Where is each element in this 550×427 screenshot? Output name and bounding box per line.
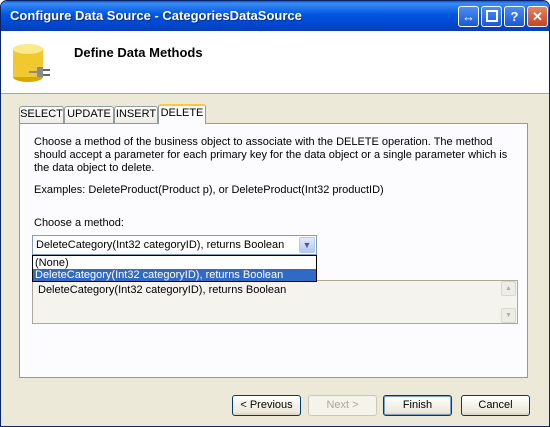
cancel-button[interactable]: Cancel bbox=[461, 395, 530, 416]
page-title: Define Data Methods bbox=[74, 45, 203, 60]
method-signature-box: DeleteCategory(Int32 categoryID), return… bbox=[32, 280, 518, 324]
chevron-down-icon[interactable]: ▼ bbox=[299, 237, 315, 253]
close-button[interactable]: ✕ bbox=[527, 6, 548, 27]
tab-update[interactable]: UPDATE bbox=[64, 106, 114, 123]
method-dropdown-list: (None) DeleteCategory(Int32 categoryID),… bbox=[32, 255, 317, 282]
maximize-icon bbox=[485, 10, 498, 22]
database-icon bbox=[13, 44, 50, 82]
restore-button[interactable]: ↔ bbox=[458, 6, 479, 27]
configure-data-source-dialog: Configure Data Source - CategoriesDataSo… bbox=[0, 0, 550, 427]
wizard-header: Define Data Methods bbox=[1, 31, 549, 94]
method-select-value: DeleteCategory(Int32 categoryID), return… bbox=[36, 239, 285, 251]
scrollbar[interactable]: ▲ ▼ bbox=[500, 281, 517, 323]
tab-select[interactable]: SELECT bbox=[19, 106, 64, 123]
scroll-down-icon[interactable]: ▼ bbox=[501, 308, 516, 323]
maximize-button[interactable] bbox=[481, 6, 502, 27]
title-bar[interactable]: Configure Data Source - CategoriesDataSo… bbox=[1, 1, 549, 31]
option-none[interactable]: (None) bbox=[33, 257, 316, 269]
tab-delete[interactable]: DELETE bbox=[158, 104, 206, 124]
method-signature: DeleteCategory(Int32 categoryID), return… bbox=[38, 284, 287, 296]
window-title: Configure Data Source - CategoriesDataSo… bbox=[10, 8, 302, 23]
tab-insert[interactable]: INSERT bbox=[114, 106, 158, 123]
method-select[interactable]: DeleteCategory(Int32 categoryID), return… bbox=[32, 235, 317, 255]
next-button[interactable]: Next > bbox=[308, 395, 377, 416]
finish-button[interactable]: Finish bbox=[383, 395, 452, 416]
option-delete-category[interactable]: DeleteCategory(Int32 categoryID), return… bbox=[33, 269, 316, 281]
previous-button[interactable]: < Previous bbox=[232, 395, 301, 416]
method-examples: Examples: DeleteProduct(Product p), or D… bbox=[34, 184, 384, 196]
method-description: Choose a method of the business object t… bbox=[34, 136, 508, 174]
help-button[interactable]: ? bbox=[504, 6, 525, 27]
choose-method-label: Choose a method: bbox=[34, 217, 124, 229]
scroll-up-icon[interactable]: ▲ bbox=[501, 281, 516, 296]
